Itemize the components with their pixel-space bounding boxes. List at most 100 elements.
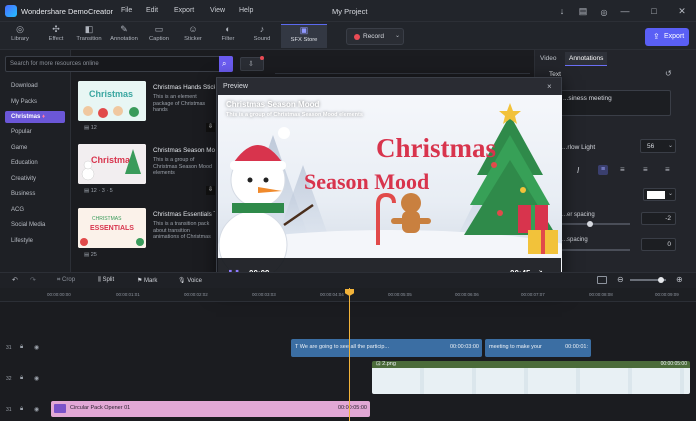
playhead[interactable] xyxy=(349,288,350,421)
category-creativity[interactable]: Creativity xyxy=(5,173,65,185)
tool-annotation[interactable]: ✎ Annotation xyxy=(106,24,142,48)
line-spacing-slider[interactable] xyxy=(562,249,630,251)
record-button[interactable]: Record ⌄ xyxy=(346,28,404,45)
undo-icon[interactable]: ↶ xyxy=(12,276,18,284)
letter-spacing-slider[interactable] xyxy=(562,221,630,227)
ruler-tick: 00:00:04:04 xyxy=(320,292,344,297)
lock-icon[interactable]: 🔒︎ xyxy=(20,344,23,351)
reset-icon[interactable]: ↺ xyxy=(665,69,672,78)
category-game[interactable]: Game xyxy=(5,142,65,154)
download-icon[interactable]: ↓ xyxy=(556,5,568,17)
tool-library[interactable]: ◎ Library xyxy=(2,24,38,48)
maximize-icon[interactable]: □ xyxy=(648,5,660,17)
align-right-icon[interactable]: ≡ xyxy=(643,165,648,174)
tool-transition[interactable]: ◧ Transition xyxy=(71,24,107,48)
zoom-in-icon[interactable]: ⊕ xyxy=(676,275,683,284)
menu-export[interactable]: Export xyxy=(174,7,194,14)
slider-thumb[interactable] xyxy=(587,221,593,227)
screen-icon[interactable]: ▤ xyxy=(577,5,589,17)
zoom-out-icon[interactable]: ⊖ xyxy=(617,275,624,284)
lock-icon[interactable]: 🔒︎ xyxy=(20,406,23,413)
text-clip-icon: T xyxy=(295,344,299,350)
ruler-tick: 00:00:07:07 xyxy=(521,292,545,297)
tool-effect[interactable]: ✣ Effect xyxy=(38,24,74,48)
minimize-icon[interactable]: — xyxy=(619,5,631,17)
search-button[interactable]: ⌕ xyxy=(219,56,233,72)
category-business[interactable]: Business xyxy=(5,188,65,200)
color-swatch xyxy=(647,191,665,199)
tab-video[interactable]: Video xyxy=(536,52,561,66)
search-input[interactable]: Search for more resources online xyxy=(5,56,233,72)
support-icon[interactable]: ◎ xyxy=(598,7,610,19)
caption-clip[interactable]: T We are going to see all the particip..… xyxy=(291,339,482,357)
redo-icon[interactable]: ↷ xyxy=(30,276,36,284)
split-button[interactable]: ⫼ Split xyxy=(98,277,114,284)
export-button[interactable]: ⇪ Export xyxy=(645,28,689,46)
effect-clip[interactable]: Circular Pack Opener 01 00:00:05:00 xyxy=(51,401,370,417)
align-left-icon[interactable]: ≡ xyxy=(598,165,608,175)
item-count-icon: ▤ xyxy=(84,125,90,131)
category-christmas[interactable]: Christmas ♦ xyxy=(5,111,65,123)
menu-edit[interactable]: Edit xyxy=(146,7,158,14)
eye-icon[interactable]: ◉ xyxy=(34,406,39,413)
art-title-line1: Christmas xyxy=(376,133,496,163)
tab-annotations[interactable]: Annotations xyxy=(565,52,608,66)
image-clip-label: ⊡ 2.png xyxy=(376,361,396,367)
tool-sound[interactable]: ♪ Sound xyxy=(244,24,280,48)
tool-filter[interactable]: ◐ Filter xyxy=(210,24,246,48)
card-thumbnail[interactable]: Christmas xyxy=(78,81,146,121)
card-meta: ▤ 12 xyxy=(84,125,97,131)
lock-icon[interactable]: 🔒︎ xyxy=(20,375,23,382)
font-family-select[interactable]: ...rlow Light xyxy=(562,144,595,151)
category-education[interactable]: Education xyxy=(5,157,65,169)
image-clip[interactable]: ⊡ 2.png 00:00:05:00 xyxy=(372,361,690,394)
text-content-field[interactable]: ...siness meeting xyxy=(560,90,671,116)
category-my-packs[interactable]: My Packs xyxy=(5,96,65,108)
close-icon[interactable]: ✕ xyxy=(676,5,688,17)
transition-icon: ◧ xyxy=(84,24,94,34)
download-icon[interactable]: ⇩ xyxy=(206,186,215,195)
hot-icon: ♦ xyxy=(42,114,46,120)
notification-dot xyxy=(260,56,264,60)
category-popular[interactable]: Popular xyxy=(5,126,65,138)
italic-icon[interactable]: I xyxy=(577,166,579,175)
slider-thumb[interactable] xyxy=(658,277,664,283)
category-acg[interactable]: ACG xyxy=(5,204,65,216)
import-button[interactable]: ⇩ xyxy=(240,56,264,71)
tool-sticker[interactable]: ☺ Sticker xyxy=(175,24,211,48)
category-download[interactable]: Download xyxy=(5,80,65,92)
library-icon: ◎ xyxy=(16,24,24,34)
close-icon[interactable]: × xyxy=(547,82,552,91)
ruler-tick: 00:00:08:08 xyxy=(589,292,613,297)
color-picker[interactable]: ⌄ xyxy=(643,188,676,201)
tool-sfx-store[interactable]: ▣ SFX Store xyxy=(281,24,327,48)
mark-button[interactable]: ⚑ Mark xyxy=(137,277,157,284)
font-size-input[interactable]: 56 ⌄ xyxy=(640,139,676,153)
crop-button[interactable]: ⌗ Crop xyxy=(57,277,75,284)
zoom-slider[interactable] xyxy=(630,277,666,283)
item-count-icon: ▤ xyxy=(84,188,90,194)
download-icon[interactable]: ⇩ xyxy=(206,123,215,132)
christmas-season-mood-thumbnail: Christmas xyxy=(78,144,146,184)
menu-file[interactable]: File xyxy=(121,7,132,14)
category-social-media[interactable]: Social Media xyxy=(5,219,65,231)
justify-icon[interactable]: ≡ xyxy=(665,165,670,174)
menu-help[interactable]: Help xyxy=(239,7,253,14)
tool-caption[interactable]: ▭ Caption xyxy=(141,24,177,48)
filter-icon: ◐ xyxy=(225,24,231,34)
category-lifestyle[interactable]: Lifestyle xyxy=(5,235,65,247)
fit-icon[interactable] xyxy=(597,276,607,284)
line-spacing-input[interactable]: 0 xyxy=(641,238,676,251)
menu-view[interactable]: View xyxy=(210,7,225,14)
card-thumbnail[interactable]: CHRISTMAS ESSENTIALS xyxy=(78,208,146,248)
align-center-icon[interactable]: ≡ xyxy=(620,165,625,174)
card-thumbnail[interactable]: Christmas xyxy=(78,144,146,184)
record-dot-icon xyxy=(354,34,360,40)
voice-button[interactable]: 🎙︎ Voice xyxy=(178,277,202,284)
letter-spacing-input[interactable]: -2 xyxy=(641,212,676,225)
eye-icon[interactable]: ◉ xyxy=(34,375,39,382)
caption-clip[interactable]: meeting to make your 00:00:01: xyxy=(485,339,591,357)
search-icon: ⌕ xyxy=(222,59,227,68)
eye-icon[interactable]: ◉ xyxy=(34,344,39,351)
track-number: 32 xyxy=(6,376,12,382)
